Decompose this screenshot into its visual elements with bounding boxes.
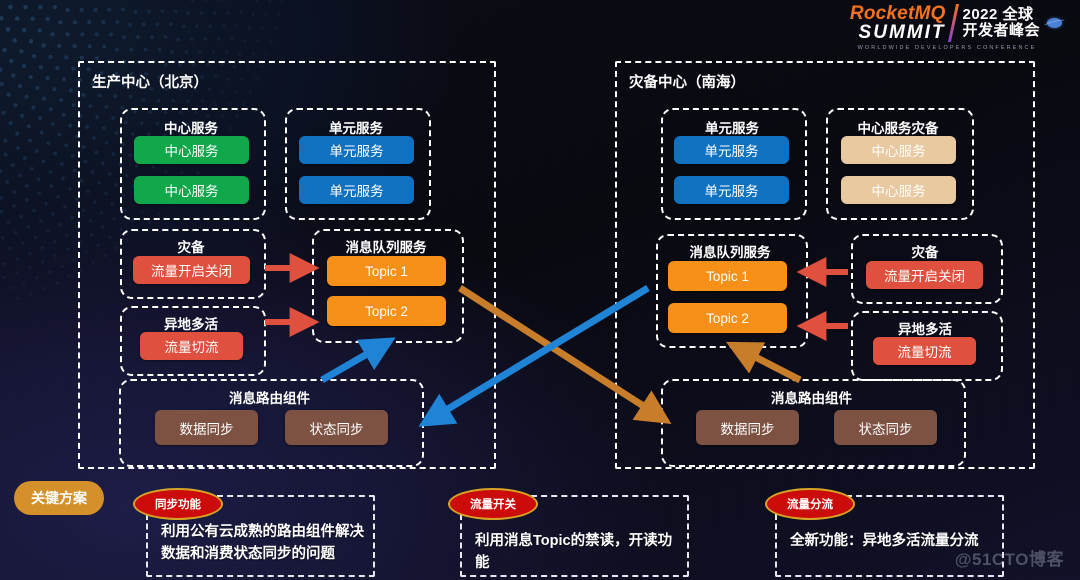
chip-label: Topic 2 [706, 310, 749, 326]
note-line-2: 数据和消费状态同步的问题 [161, 546, 335, 563]
logo-subtitle: WORLDWIDE DEVELOPERS CONFERENCE [857, 45, 1037, 51]
left-group-unit-service-title: 单元服务 [329, 121, 383, 136]
right-group-center-service-dr-title: 中心服务灾备 [857, 121, 939, 136]
left-chip-traffic-switch: 流量开启关闭 [133, 256, 250, 284]
left-chip-traffic-cutover: 流量切流 [140, 332, 243, 360]
logo-rocketmq-text: RocketMQ [849, 3, 946, 24]
chip-label: 中心服务 [871, 144, 926, 159]
left-chip-center-service-2: 中心服务 [134, 176, 249, 204]
left-chip-data-sync: 数据同步 [155, 410, 258, 445]
left-chip-unit-service-1: 单元服务 [299, 136, 414, 164]
watermark: @51CTO博客 [954, 550, 1064, 569]
chip-label: 流量开启关闭 [151, 264, 232, 279]
chip-label: 中心服务 [164, 184, 219, 199]
right-group-unit-service-title: 单元服务 [705, 121, 759, 136]
note-text-traffic-switch: 利用消息Topic的禁读，开读功能 [475, 530, 685, 575]
chip-label: Topic 1 [706, 268, 749, 284]
right-group-message-queue-service-title: 消息队列服务 [689, 245, 771, 260]
chip-label: 单元服务 [704, 184, 759, 199]
slide-canvas: RocketMQ SUMMIT 2022 全球 开发者峰会 WORLDWIDE … [0, 0, 1080, 580]
right-chip-data-sync: 数据同步 [696, 410, 799, 445]
right-chip-center-service-2: 中心服务 [841, 176, 956, 204]
chip-label: 流量切流 [164, 340, 219, 355]
right-group-message-routing-title: 消息路由组件 [771, 391, 852, 406]
chip-label: 单元服务 [329, 144, 384, 159]
right-chip-unit-service-1: 单元服务 [674, 136, 789, 164]
key-solution-pill: 关键方案 [14, 481, 104, 515]
left-group-message-routing-title: 消息路由组件 [229, 391, 310, 406]
key-solution-pill-label: 关键方案 [31, 490, 87, 506]
chip-label: 单元服务 [704, 144, 759, 159]
right-region-title: 灾备中心（南海） [629, 75, 745, 91]
chip-label: 中心服务 [164, 144, 219, 159]
summit-logo: RocketMQ SUMMIT 2022 全球 开发者峰会 WORLDWIDE … [832, 4, 1062, 56]
right-chip-traffic-cutover: 流量切流 [873, 337, 976, 365]
right-group-disaster-recovery-title: 灾备 [911, 245, 939, 260]
note-badge-traffic-switch: 流量开关 [448, 488, 538, 520]
chip-label: 中心服务 [871, 184, 926, 199]
chip-label: Topic 1 [365, 263, 408, 279]
right-group-multi-active-title: 异地多活 [898, 322, 952, 337]
badge-label: 流量分流 [787, 499, 833, 511]
note-badge-traffic-split: 流量分流 [765, 488, 855, 520]
logo-divider [948, 4, 960, 42]
left-group-message-queue-service-title: 消息队列服务 [345, 240, 427, 255]
right-chip-traffic-switch: 流量开启关闭 [866, 261, 983, 289]
planet-icon [1047, 18, 1062, 28]
chip-label: 状态同步 [858, 421, 913, 437]
right-chip-unit-service-2: 单元服务 [674, 176, 789, 204]
left-chip-topic-2: Topic 2 [327, 296, 446, 326]
left-chip-unit-service-2: 单元服务 [299, 176, 414, 204]
note-line-1: 利用消息Topic的禁读，开读功能 [475, 533, 673, 572]
logo-conference-text: 开发者峰会 [962, 22, 1040, 39]
right-chip-topic-2: Topic 2 [668, 303, 787, 333]
chip-label: 数据同步 [179, 421, 234, 437]
right-chip-center-service-1: 中心服务 [841, 136, 956, 164]
logo-summit-text: SUMMIT [858, 22, 946, 43]
left-chip-topic-1: Topic 1 [327, 256, 446, 286]
chip-label: 流量开启关闭 [884, 269, 965, 284]
right-chip-state-sync: 状态同步 [834, 410, 937, 445]
left-region-title: 生产中心（北京） [92, 75, 208, 91]
logo-year-text: 2022 全球 [962, 5, 1034, 23]
chip-label: 数据同步 [720, 421, 775, 437]
chip-label: 流量切流 [897, 345, 952, 360]
left-group-disaster-recovery-title: 灾备 [177, 240, 205, 255]
left-chip-center-service-1: 中心服务 [134, 136, 249, 164]
right-chip-topic-1: Topic 1 [668, 261, 787, 291]
left-chip-state-sync: 状态同步 [285, 410, 388, 445]
note-badge-sync-feature: 同步功能 [133, 488, 223, 520]
chip-label: Topic 2 [365, 303, 408, 319]
left-group-center-service-title: 中心服务 [164, 121, 218, 136]
chip-label: 单元服务 [329, 184, 384, 199]
chip-label: 状态同步 [309, 421, 364, 437]
badge-label: 同步功能 [155, 499, 201, 511]
note-line-1: 利用公有云成熟的路由组件解决 [161, 524, 364, 540]
note-text-sync-feature: 利用公有云成熟的路由组件解决 数据和消费状态同步的问题 [161, 521, 366, 566]
left-group-multi-active-title: 异地多活 [164, 317, 218, 332]
badge-label: 流量开关 [470, 499, 516, 511]
